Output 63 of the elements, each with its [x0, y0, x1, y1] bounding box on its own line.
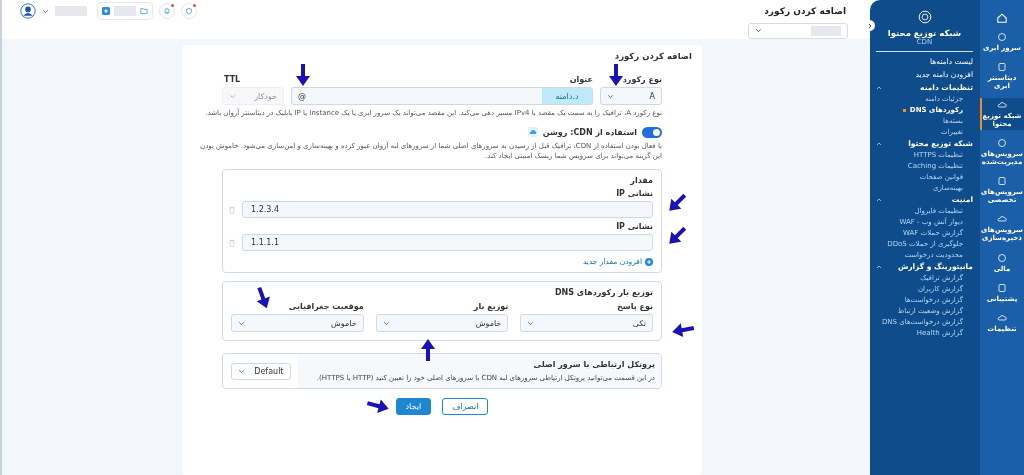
page-title: اضافه کردن رکورد	[764, 6, 846, 17]
create-button[interactable]: ایجاد	[395, 398, 432, 416]
notification-dot	[171, 4, 174, 8]
chevron-icon[interactable]	[876, 141, 882, 146]
blurred-block	[55, 6, 87, 17]
user-avatar-icon[interactable]	[20, 3, 36, 20]
blurred-block	[114, 6, 136, 17]
section-title: مقدار	[629, 176, 653, 186]
section-title: پروتکل ارتباطی با سرور اصلی	[532, 360, 655, 370]
blurred-block	[811, 25, 841, 36]
chevron-icon	[866, 22, 873, 29]
ip-input[interactable]: 1.2.3.4	[242, 201, 653, 219]
globe-icon	[997, 252, 1007, 263]
chevron-icon[interactable]	[876, 264, 882, 269]
document-icon	[997, 62, 1007, 73]
home-icon[interactable]	[996, 12, 1008, 24]
caret-icon	[527, 320, 535, 326]
field-label: TTL	[224, 75, 242, 84]
panel-title: شبکه توزیع محتوا	[886, 28, 963, 38]
field-label: نشانی IP	[615, 189, 653, 199]
section-title: توزیع بار رکوردهای DNS	[553, 288, 653, 298]
caret-icon[interactable]	[42, 8, 49, 14]
field-label: نوع رکورد	[621, 75, 662, 84]
card-title: اضافه کردن رکورد	[613, 51, 692, 61]
cloud-icon	[997, 312, 1007, 323]
cdn-logo-icon	[917, 10, 932, 24]
select-field[interactable]: تکی	[520, 314, 653, 333]
globe-icon	[997, 32, 1007, 42]
field-label: موقعیت جغرافیایی	[287, 302, 364, 312]
chevron-icon[interactable]	[876, 197, 882, 202]
bell-icon	[163, 7, 171, 16]
cdn-toggle[interactable]	[642, 126, 662, 138]
chevron-icon[interactable]	[876, 85, 882, 90]
field-label: نوع پاسخ	[616, 302, 653, 312]
globe-icon	[997, 138, 1007, 149]
ip-input[interactable]: 1.1.1.1	[242, 234, 653, 252]
cloud-icon	[997, 100, 1007, 111]
plus-icon	[102, 7, 110, 16]
notification-dot	[193, 4, 196, 8]
caret-icon	[382, 320, 390, 326]
cloud-icon	[997, 214, 1007, 225]
shield-icon	[185, 7, 193, 16]
field-label: عنوان	[568, 75, 593, 84]
caret-icon	[229, 93, 236, 99]
protocol-select[interactable]: Default	[230, 362, 291, 380]
selected-marker	[902, 108, 906, 112]
plus-circle-icon	[645, 257, 653, 266]
caret-icon	[238, 320, 245, 326]
cloud-icon	[527, 127, 538, 138]
caret-icon	[237, 368, 245, 374]
caret-icon	[755, 28, 762, 33]
quick-action-button[interactable]	[97, 2, 153, 21]
document-icon	[997, 176, 1007, 187]
record-type-select[interactable]: A	[600, 87, 662, 105]
folder-icon	[140, 7, 148, 16]
select-field[interactable]: خاموش	[375, 314, 509, 333]
field-label: توزیع بار	[472, 302, 509, 312]
caret-icon	[607, 93, 614, 99]
select-field[interactable]: خاموش	[231, 314, 364, 333]
field-label: نشانی IP	[615, 222, 653, 232]
cancel-button[interactable]: انصراف	[442, 398, 489, 416]
toggle-label: استفاده از CDN: روشن	[542, 127, 637, 137]
document-icon	[997, 282, 1007, 293]
